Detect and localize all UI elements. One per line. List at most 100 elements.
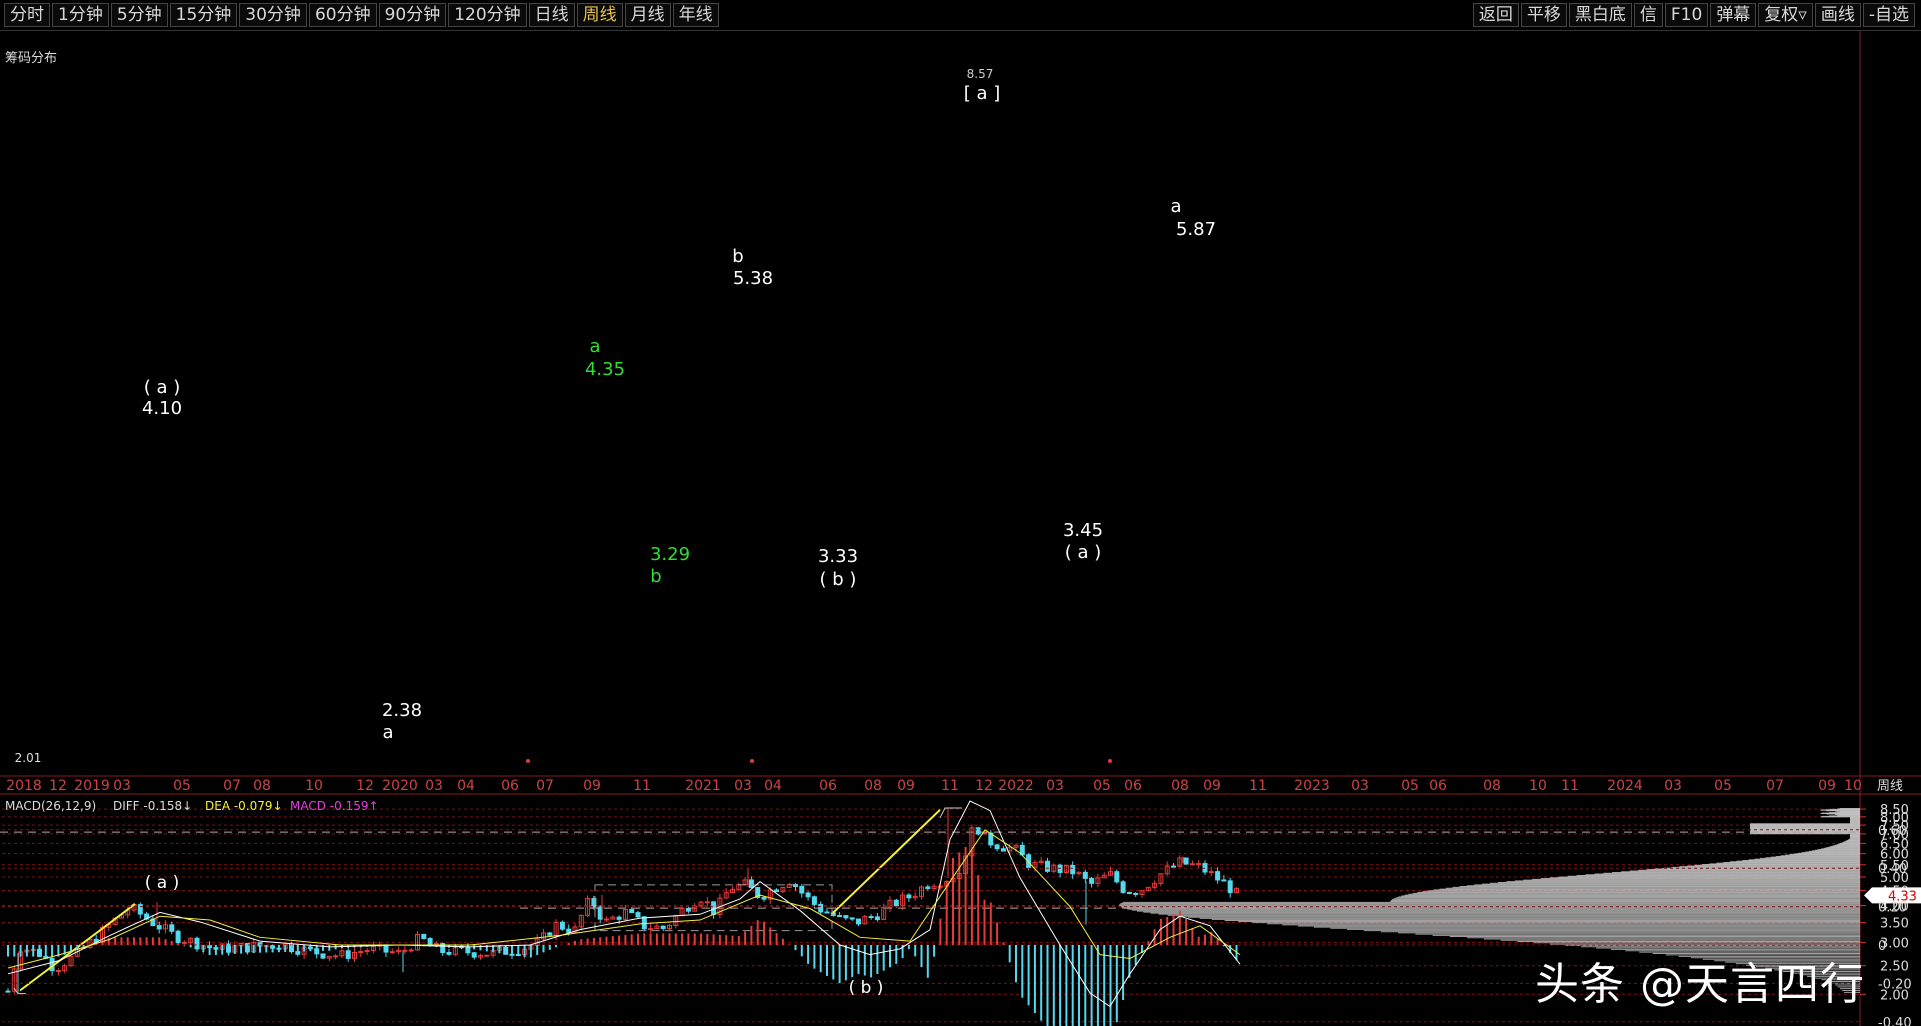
candle-body xyxy=(1196,863,1202,866)
kline-chart[interactable]: 8.508.007.507.006.506.005.505.004.504.00… xyxy=(0,0,1921,1026)
macd-tick-label: -0.20 xyxy=(1878,977,1912,992)
price-tick-label: 3.50 xyxy=(1880,917,1909,932)
candle-body xyxy=(137,904,143,915)
label-bb-value: 3.33 xyxy=(818,546,858,567)
macd-tick-label: 0.20 xyxy=(1878,901,1907,916)
date-tick: 10 xyxy=(305,778,323,794)
date-tick: 12 xyxy=(356,778,374,794)
macd-tick-label: 0.40 xyxy=(1878,862,1907,877)
candle-body xyxy=(1000,848,1006,852)
candle-body xyxy=(818,903,824,913)
date-tick: 07 xyxy=(536,778,554,794)
candle-body xyxy=(156,925,162,930)
date-tick: 2018 xyxy=(6,778,42,794)
date-tick: 10 xyxy=(1844,778,1862,794)
candle-body xyxy=(1208,871,1214,874)
candle-body xyxy=(805,892,811,898)
candle-body xyxy=(175,930,181,944)
macd-macd-label: MACD -0.159↑ xyxy=(290,799,379,813)
date-tick: 06 xyxy=(501,778,519,794)
price-tick-label: 2.50 xyxy=(1880,960,1909,975)
date-tick: 12 xyxy=(49,778,67,794)
candle-body xyxy=(774,889,780,893)
candle-body xyxy=(181,941,187,944)
label-bb: ( b ) xyxy=(820,569,857,590)
date-tick: 08 xyxy=(253,778,271,794)
candle-body xyxy=(559,921,565,930)
date-tick: 07 xyxy=(223,778,241,794)
label-low-2-01: 2.01 xyxy=(15,751,42,765)
date-tick: 12 xyxy=(975,778,993,794)
candle-body xyxy=(856,918,861,925)
candle-body xyxy=(320,953,326,959)
candle-body xyxy=(1171,865,1176,868)
macd-tick-label: 0 xyxy=(1878,939,1886,954)
candle-body xyxy=(547,932,553,936)
date-tick: 05 xyxy=(1401,778,1419,794)
candle-body xyxy=(635,912,641,918)
date-tick: 11 xyxy=(1249,778,1267,794)
date-tick: 05 xyxy=(1714,778,1732,794)
candle-body xyxy=(1189,863,1195,866)
date-tick: 10 xyxy=(1529,778,1547,794)
candle-body xyxy=(1057,864,1063,873)
macd-dea-label: DEA -0.079↓ xyxy=(205,799,283,813)
date-tick: 09 xyxy=(897,778,915,794)
candle-body xyxy=(446,951,452,955)
candle-body xyxy=(893,899,899,907)
label-a2: a xyxy=(382,722,393,743)
candle-body xyxy=(874,916,880,921)
candle-body xyxy=(629,908,635,914)
candle-body xyxy=(333,955,339,958)
candle-body xyxy=(641,916,647,930)
label-aa: ( a ) xyxy=(1065,542,1102,563)
candle-body xyxy=(704,901,710,904)
candle-body xyxy=(383,944,389,953)
candle-body xyxy=(1045,860,1050,872)
candle-body xyxy=(843,915,849,919)
candle-body xyxy=(975,827,981,835)
candle-body xyxy=(1089,877,1095,884)
candle-body xyxy=(648,928,654,931)
label-a3-value: 5.87 xyxy=(1176,219,1216,240)
macd-dea-line xyxy=(7,829,1241,969)
date-tick: 2020 xyxy=(382,778,418,794)
candle-body xyxy=(925,886,931,889)
candle-body xyxy=(484,954,490,957)
label-green-a-value: 4.35 xyxy=(585,359,625,380)
date-tick: 03 xyxy=(1046,778,1064,794)
label-green-a: a xyxy=(589,336,600,357)
candle-body xyxy=(408,949,414,952)
label-green-b-value: 3.29 xyxy=(650,544,690,565)
candle-body xyxy=(402,949,408,952)
label-a1-value: 4.10 xyxy=(142,398,182,419)
candle-body xyxy=(824,911,830,914)
date-tick: 03 xyxy=(1664,778,1682,794)
date-tick: 11 xyxy=(1561,778,1579,794)
candle-body xyxy=(837,915,843,918)
candle-body xyxy=(364,950,370,953)
candle-body xyxy=(1070,864,1076,875)
label-green-b: b xyxy=(650,566,661,587)
candle-body xyxy=(389,951,395,954)
candle-body xyxy=(358,951,364,954)
candle-body xyxy=(811,896,817,905)
label-b-value: 5.38 xyxy=(733,268,773,289)
date-tick: 03 xyxy=(113,778,131,794)
macd-diff-label: DIFF -0.158↓ xyxy=(113,799,192,813)
date-tick: 2021 xyxy=(685,778,721,794)
label-aa-value: 3.45 xyxy=(1063,520,1103,541)
candle-body xyxy=(427,938,433,945)
macd-label-b: ( b ) xyxy=(849,978,884,998)
candle-body xyxy=(295,951,301,955)
date-tick: 05 xyxy=(1093,778,1111,794)
date-tick: 07 xyxy=(1766,778,1784,794)
axis-marker xyxy=(1108,759,1112,763)
candle-body xyxy=(1215,871,1221,881)
date-tick: 09 xyxy=(583,778,601,794)
date-tick: 05 xyxy=(173,778,191,794)
date-tick: 08 xyxy=(864,778,882,794)
candle-body xyxy=(566,928,572,933)
macd-tick-label: 0.60 xyxy=(1878,824,1907,839)
candle-body xyxy=(433,943,439,946)
